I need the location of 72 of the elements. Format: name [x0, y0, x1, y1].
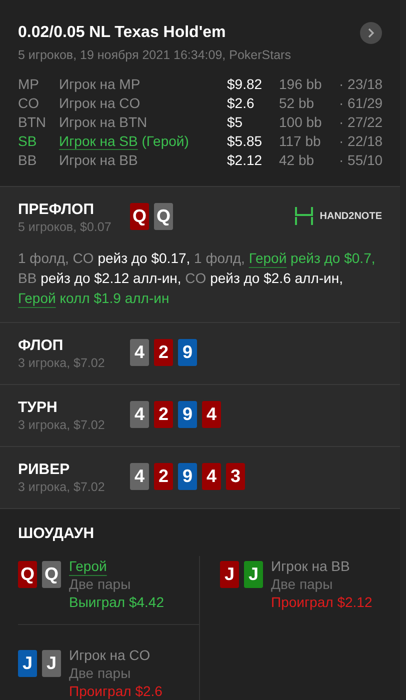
street-title: ТУРН [18, 399, 58, 416]
playing-card: 2 [154, 463, 173, 490]
chevron-right-icon [367, 28, 375, 38]
player-stats: · 55/10 [339, 152, 382, 168]
playing-card: 4 [202, 401, 221, 428]
stack-amount: $9.82 [227, 76, 264, 92]
street-info: 3 игрока, $7.02 [18, 418, 106, 432]
stack-bb: 117 bb [279, 133, 322, 149]
result-amount: Выиграл $4.42 [69, 594, 164, 610]
playing-card: 2 [154, 401, 173, 428]
player-name[interactable]: Герой [69, 558, 107, 574]
street-info: 5 игроков, $0.07 [18, 220, 112, 234]
logo-icon [294, 207, 314, 225]
game-title: 0.02/0.05 NL Texas Hold'em [18, 24, 226, 42]
player-name[interactable]: Игрок на CO [59, 95, 227, 111]
playing-card: J [244, 561, 263, 588]
hero-link[interactable]: Герой [248, 250, 287, 266]
player-name[interactable]: Игрок на BB [271, 558, 350, 574]
player-name[interactable]: Игрок на CO [69, 647, 150, 663]
player-name[interactable]: Игрок на MP [59, 76, 227, 92]
playing-card: 9 [178, 463, 197, 490]
logo-text: HAND2NOTE [320, 210, 382, 222]
playing-card: Q [18, 561, 37, 588]
player-stats: · 22/18 [339, 133, 382, 149]
position-label: MP [18, 76, 40, 92]
stack-amount: $5 [227, 114, 244, 130]
stack-bb: 196 bb [279, 76, 323, 92]
playing-card: 4 [130, 339, 149, 366]
position-label: CO [18, 95, 40, 111]
result-amount: Проиграл $2.12 [271, 594, 372, 610]
street-info: 3 игрока, $7.02 [18, 356, 106, 370]
player-stats: · 61/29 [339, 95, 382, 111]
street-info: 3 игрока, $7.02 [18, 480, 106, 494]
playing-card: 9 [178, 401, 197, 428]
playing-card: Q [42, 561, 61, 588]
playing-card: 4 [202, 463, 221, 490]
hand-rank: Две пары [69, 576, 132, 592]
next-button[interactable] [360, 22, 382, 44]
stack-amount: $5.85 [227, 133, 264, 149]
playing-card: J [220, 561, 239, 588]
stack-amount: $2.12 [227, 152, 264, 168]
playing-card: 2 [154, 339, 173, 366]
stack-bb: 42 bb [279, 152, 316, 168]
playing-card: 4 [130, 463, 149, 490]
hand-rank: Две пары [271, 576, 334, 592]
player-name[interactable]: Игрок на BB [59, 152, 227, 168]
playing-card: 4 [130, 401, 149, 428]
playing-card: J [42, 650, 61, 677]
action-log: 1 фолд, CO рейз до $0.17, 1 фолд, Герой рейз до $0.7, BB рейз до $2.12 алл-ин, CO рейз до $2.6 алл-ин, Герой колл $1.9 алл-ин [18, 249, 376, 308]
position-label: SB [18, 133, 38, 149]
street-title: ПРЕФЛОП [18, 201, 95, 218]
playing-card: J [18, 650, 37, 677]
playing-card: 9 [178, 339, 197, 366]
playing-card: Q [154, 203, 173, 230]
position-label: BB [18, 152, 38, 168]
position-label: BTN [18, 114, 47, 130]
player-name[interactable]: Игрок на BTN [59, 114, 227, 130]
street-title: ФЛОП [18, 337, 64, 354]
hero-link[interactable]: Герой [18, 290, 56, 306]
playing-card: 3 [226, 463, 245, 490]
hand-rank: Две пары [69, 665, 132, 681]
playing-card: Q [130, 203, 149, 230]
stack-amount: $2.6 [227, 95, 256, 111]
player-stats: · 27/22 [339, 114, 382, 130]
showdown-title: ШОУДАУН [18, 525, 96, 542]
stack-bb: 52 bb [279, 95, 316, 111]
hand-subtitle: 5 игроков, 19 ноября 2021 16:34:09, PokerStars [18, 48, 292, 62]
player-stats: · 23/18 [339, 76, 382, 92]
street-title: РИВЕР [18, 461, 71, 478]
player-name[interactable]: Игрок на SB (Герой) [59, 133, 227, 149]
result-amount: Проиграл $2.6 [69, 683, 162, 699]
stack-bb: 100 bb [279, 114, 323, 130]
